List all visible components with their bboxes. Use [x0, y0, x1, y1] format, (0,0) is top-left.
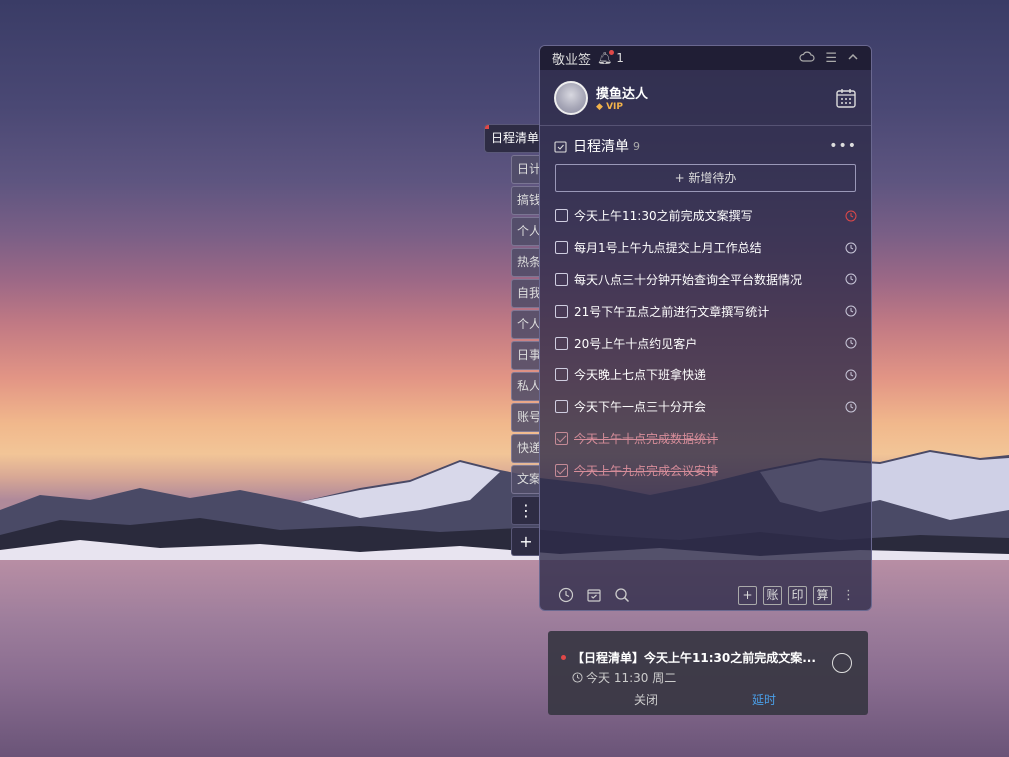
todo-checkbox[interactable]: [555, 368, 568, 382]
avatar[interactable]: [554, 80, 588, 115]
notify-dot: [609, 50, 615, 55]
notification-title: 【日程清单】今天上午11:30之前完成文案...: [572, 651, 816, 665]
todo-item[interactable]: 每天八点三十分钟开始查询全平台数据情况: [540, 264, 871, 296]
todo-text: 今天下午一点三十分开会: [574, 400, 707, 415]
todo-item[interactable]: 今天下午一点三十分开会: [540, 391, 871, 423]
side-tab[interactable]: 日事: [511, 341, 540, 370]
add-todo-button[interactable]: + 新增待办: [555, 164, 856, 192]
complete-circle-button[interactable]: [832, 653, 852, 673]
history-icon[interactable]: [558, 587, 574, 603]
todo-text: 21号下午五点之前进行文章撰写统计: [574, 304, 770, 319]
reminder-clock-icon[interactable]: [845, 337, 857, 349]
note-panel: 敬业签 🔔︎ 1 ☰ 摸鱼达人 ◆ VIP 日程清单 9 ••• + 新增待办 …: [539, 45, 872, 611]
tab-active-dot: [485, 125, 489, 129]
todo-item[interactable]: 每月1号上午九点提交上月工作总结: [540, 232, 871, 264]
delay-button[interactable]: 延时: [752, 691, 776, 708]
archive-icon[interactable]: [586, 587, 602, 603]
side-tab[interactable]: 个人: [511, 310, 540, 339]
side-tab[interactable]: 搞钱: [511, 186, 540, 215]
close-button[interactable]: 关闭: [634, 691, 658, 708]
reminder-clock-icon[interactable]: [845, 242, 857, 254]
list-header: 日程清单 9 •••: [540, 128, 871, 164]
todo-item[interactable]: 今天上午11:30之前完成文案撰写: [540, 200, 871, 232]
menu-icon[interactable]: ☰: [825, 51, 837, 66]
todo-list: 今天上午11:30之前完成文案撰写 每月1号上午九点提交上月工作总结每天八点三十分…: [540, 200, 871, 486]
more-menu-icon[interactable]: ⋮: [842, 588, 855, 603]
vip-label: VIP: [606, 102, 623, 112]
vip-badge: ◆ VIP: [596, 102, 623, 112]
calendar-icon[interactable]: [835, 87, 857, 109]
todo-checkbox[interactable]: [555, 209, 568, 223]
todo-checkbox[interactable]: [555, 431, 568, 445]
reminder-clock-icon[interactable]: [845, 305, 857, 317]
todo-text: 每天八点三十分钟开始查询全平台数据情况: [574, 272, 803, 287]
alarm-clock-icon[interactable]: [845, 210, 857, 222]
notification-time-row: 今天 11:30 周二: [572, 669, 676, 686]
todo-checkbox[interactable]: [555, 272, 568, 286]
todo-text: 今天上午十点完成数据统计: [574, 431, 719, 446]
unread-dot: [561, 655, 566, 660]
print-button[interactable]: 印: [788, 585, 807, 605]
todo-item[interactable]: 今天晚上七点下班拿快递: [540, 359, 871, 391]
side-tab[interactable]: 文案: [511, 465, 540, 494]
tab-schedule-list[interactable]: 日程清单: [484, 124, 540, 153]
todo-item[interactable]: 21号下午五点之前进行文章撰写统计: [540, 295, 871, 327]
tab-label: 日程清单: [491, 131, 540, 145]
todo-checkbox[interactable]: [555, 241, 568, 255]
calculator-button[interactable]: 算: [813, 585, 832, 605]
more-tabs-button[interactable]: ⋮: [511, 496, 540, 525]
checklist-icon: [554, 140, 567, 153]
todo-checkbox[interactable]: [555, 463, 568, 477]
reminder-clock-icon[interactable]: [845, 273, 857, 285]
side-tab[interactable]: 个人: [511, 217, 540, 246]
list-title: 日程清单: [573, 139, 629, 155]
titlebar: 敬业签 🔔︎ 1 ☰: [540, 46, 871, 70]
todo-text: 今天上午11:30之前完成文案撰写: [574, 209, 753, 224]
reminder-notification: 【日程清单】今天上午11:30之前完成文案... 今天 11:30 周二 关闭 …: [548, 631, 868, 715]
side-tab[interactable]: 日计: [511, 155, 540, 184]
todo-item[interactable]: 20号上午十点约见客户: [540, 327, 871, 359]
add-tab-button[interactable]: +: [511, 527, 540, 556]
user-name: 摸鱼达人: [596, 87, 649, 102]
todo-text: 今天晚上七点下班拿快递: [574, 368, 707, 383]
reminder-clock-icon[interactable]: [845, 401, 857, 413]
todo-checkbox[interactable]: [555, 400, 568, 414]
side-tab[interactable]: 快递: [511, 434, 540, 463]
todo-checkbox[interactable]: [555, 336, 568, 350]
todo-item[interactable]: 今天上午九点完成会议安排: [540, 454, 871, 486]
notify-count: 1: [616, 51, 624, 65]
user-row: 摸鱼达人 ◆ VIP: [540, 70, 871, 126]
side-tab[interactable]: 私人: [511, 372, 540, 401]
bell-icon[interactable]: 🔔︎: [597, 50, 615, 65]
app-name: 敬业签: [552, 52, 592, 68]
side-tab[interactable]: 账号: [511, 403, 540, 432]
notification-time: 今天 11:30 周二: [586, 671, 677, 685]
side-tab[interactable]: 热条: [511, 248, 540, 277]
todo-text: 今天上午九点完成会议安排: [574, 463, 719, 478]
todo-item[interactable]: 今天上午十点完成数据统计: [540, 423, 871, 455]
side-tab[interactable]: 自我: [511, 279, 540, 308]
todo-text: 每月1号上午九点提交上月工作总结: [574, 241, 762, 256]
todo-text: 20号上午十点约见客户: [574, 336, 698, 351]
collapse-icon[interactable]: [847, 51, 859, 63]
bottom-toolbar: + 账 印 算 ⋮: [540, 578, 871, 610]
add-note-button[interactable]: +: [738, 585, 757, 605]
more-options-icon[interactable]: •••: [829, 138, 857, 154]
search-icon[interactable]: [614, 587, 630, 603]
clock-icon: [572, 672, 583, 683]
todo-checkbox[interactable]: [555, 304, 568, 318]
list-count: 9: [633, 139, 640, 153]
account-button[interactable]: 账: [763, 585, 782, 605]
cloud-sync-icon[interactable]: [799, 51, 815, 63]
reminder-clock-icon[interactable]: [845, 369, 857, 381]
side-tab-strip: 日计 搞钱 个人 热条 自我 个人 日事 私人 账号 快递 文案 ⋮ +: [511, 155, 540, 558]
